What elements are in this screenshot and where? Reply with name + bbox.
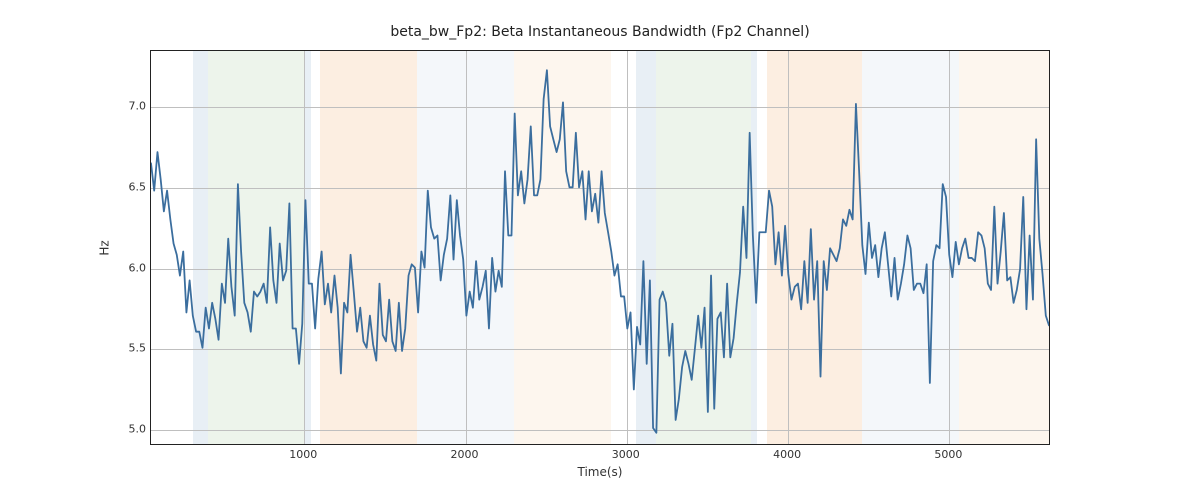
x-tick-label: 3000 (612, 448, 640, 461)
y-tick-label: 6.0 (118, 261, 146, 274)
y-tick-label: 6.5 (118, 181, 146, 194)
x-tick-label: 2000 (451, 448, 479, 461)
y-tick-label: 7.0 (118, 100, 146, 113)
y-tick-label: 5.5 (118, 342, 146, 355)
figure: beta_bw_Fp2: Beta Instantaneous Bandwidt… (0, 0, 1200, 500)
x-tick-label: 4000 (773, 448, 801, 461)
series-polyline (151, 70, 1049, 433)
plot-area (150, 50, 1050, 445)
chart-title: beta_bw_Fp2: Beta Instantaneous Bandwidt… (0, 24, 1200, 40)
x-axis-label: Time(s) (150, 465, 1050, 479)
x-tick-label: 5000 (934, 448, 962, 461)
y-tick-label: 5.0 (118, 422, 146, 435)
line-series (151, 51, 1049, 444)
x-tick-label: 1000 (289, 448, 317, 461)
y-axis-label: Hz (95, 50, 115, 445)
